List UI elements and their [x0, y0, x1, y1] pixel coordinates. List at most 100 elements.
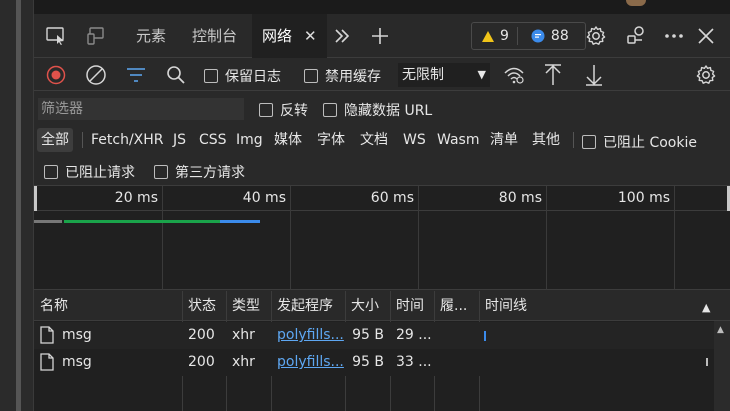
disable-cache-checkbox[interactable]: 禁用缓存 [304, 66, 381, 86]
add-tab-icon[interactable] [368, 24, 392, 48]
preserve-log-checkbox[interactable]: 保留日志 [204, 66, 281, 86]
blocked-cookies-checkbox[interactable]: 已阻止 Cookie [582, 132, 697, 152]
type-media[interactable]: 媒体 [274, 128, 302, 152]
column-time[interactable]: 时间 [390, 291, 434, 321]
invert-checkbox[interactable]: 反转 [259, 100, 308, 120]
close-tab-icon[interactable]: ✕ [304, 27, 317, 45]
customize-icon[interactable] [624, 24, 648, 48]
invert-label: 反转 [280, 103, 308, 119]
more-tabs-icon[interactable] [330, 24, 354, 48]
grid-line [162, 186, 163, 290]
blocked-requests-label: 已阻止请求 [65, 165, 135, 181]
filter-input[interactable]: 筛选器 [38, 98, 244, 120]
network-toolbar: 保留日志 禁用缓存 无限制 ▼ [34, 59, 730, 91]
third-party-checkbox[interactable]: 第三方请求 [154, 162, 245, 182]
cell-type: xhr [232, 354, 255, 370]
tab-network[interactable]: 网络 ✕ [252, 14, 327, 58]
blocked-requests-checkbox[interactable]: 已阻止请求 [44, 162, 135, 182]
type-other[interactable]: 其他 [532, 128, 560, 152]
inspect-element-icon[interactable] [44, 24, 68, 48]
request-filter-options: 已阻止请求 第三方请求 [34, 156, 730, 186]
checkbox-box[interactable] [323, 103, 337, 117]
requests-table: 名称 状态 类型 发起程序 大小 时间 履... 时间线 ▲ msg 200 x… [34, 291, 730, 411]
file-icon [40, 326, 54, 344]
cell-size: 95 B [352, 354, 384, 370]
warning-icon [482, 30, 494, 42]
tab-network-label: 网络 [262, 27, 293, 45]
type-all[interactable]: 全部 [37, 128, 73, 152]
checkbox-box[interactable] [204, 69, 218, 83]
gutter-scrollbar[interactable] [16, 0, 21, 411]
cell-initiator-link[interactable]: polyfills... [271, 322, 345, 349]
close-devtools-icon[interactable] [694, 24, 718, 48]
waterfall-bar [484, 331, 486, 341]
type-wasm[interactable]: Wasm [437, 128, 479, 152]
tab-console[interactable]: 控制台 [192, 14, 237, 58]
type-manifest[interactable]: 清单 [490, 128, 518, 152]
column-initiator[interactable]: 发起程序 [271, 291, 345, 321]
message-icon [531, 29, 545, 43]
column-status[interactable]: 状态 [182, 291, 226, 321]
throttling-value: 无限制 [402, 67, 444, 83]
throttling-select[interactable]: 无限制 ▼ [398, 63, 490, 87]
settings-gear-icon[interactable] [584, 24, 608, 48]
clear-icon[interactable] [84, 63, 108, 87]
type-font[interactable]: 字体 [317, 128, 345, 152]
export-har-icon[interactable] [582, 63, 606, 87]
table-header: 名称 状态 类型 发起程序 大小 时间 履... 时间线 ▲ [34, 291, 730, 321]
overview-bar-download [220, 220, 260, 223]
top-decoration [626, 0, 646, 6]
cell-type: xhr [232, 327, 255, 343]
checkbox-box[interactable] [304, 69, 318, 83]
column-fulfilled-by[interactable]: 履... [434, 291, 479, 321]
more-options-icon[interactable] [662, 24, 686, 48]
sort-ascending-icon[interactable]: ▲ [702, 301, 710, 314]
type-fetch-xhr[interactable]: Fetch/XHR [91, 128, 164, 152]
overview-left-handle[interactable] [34, 186, 37, 211]
type-ws[interactable]: WS [403, 128, 426, 152]
checkbox-box[interactable] [259, 103, 273, 117]
tick-label: 20 ms [114, 190, 158, 206]
import-har-icon[interactable] [541, 63, 565, 87]
column-type[interactable]: 类型 [226, 291, 271, 321]
dropdown-arrow-icon: ▼ [477, 68, 486, 81]
column-name[interactable]: 名称 [34, 291, 182, 321]
grid-line [674, 186, 675, 290]
table-row[interactable]: msg 200 xhr polyfills... 95 B 29 ... [34, 322, 730, 349]
checkbox-box[interactable] [154, 165, 168, 179]
cell-name[interactable]: msg [34, 349, 182, 376]
warnings-counter[interactable]: 9 [482, 28, 509, 44]
tick-label: 100 ms [617, 190, 670, 206]
network-overview[interactable]: 20 ms 40 ms 60 ms 80 ms 100 ms [34, 186, 730, 290]
messages-counter[interactable]: 88 [531, 28, 569, 44]
cell-name[interactable]: msg [34, 322, 182, 349]
type-document[interactable]: 文档 [360, 128, 388, 152]
network-settings-gear-icon[interactable] [694, 63, 718, 87]
type-css[interactable]: CSS [199, 128, 227, 152]
filter-icon[interactable] [124, 63, 148, 87]
tab-elements[interactable]: 元素 [136, 14, 166, 58]
type-img[interactable]: Img [236, 128, 263, 152]
column-size[interactable]: 大小 [345, 291, 390, 321]
devtools-panel: 元素 控制台 网络 ✕ 9 88 保留日志 禁用缓存 无限制 ▼ 筛选器 反转 … [34, 14, 730, 411]
cell-initiator-link[interactable]: polyfills... [271, 349, 345, 376]
network-conditions-icon[interactable] [502, 63, 526, 87]
tick-label: 40 ms [242, 190, 286, 206]
request-name: msg [62, 354, 92, 370]
table-scrollbar[interactable]: ▲ [714, 321, 730, 411]
device-emulation-icon[interactable] [84, 24, 108, 48]
waterfall-bar [706, 358, 708, 366]
scroll-up-icon[interactable]: ▲ [717, 325, 724, 335]
table-row[interactable]: msg 200 xhr polyfills... 95 B 33 ... [34, 349, 730, 376]
search-icon[interactable] [164, 63, 188, 87]
record-icon[interactable] [44, 63, 68, 87]
checkbox-box[interactable] [44, 165, 58, 179]
hide-data-urls-checkbox[interactable]: 隐藏数据 URL [323, 100, 432, 120]
type-js[interactable]: JS [173, 128, 186, 152]
resource-type-filter: 全部 Fetch/XHR JS CSS Img 媒体 字体 文档 WS Wasm… [34, 124, 730, 156]
blocked-cookies-label: 已阻止 Cookie [603, 135, 697, 151]
issue-counters[interactable]: 9 88 [471, 22, 586, 50]
column-waterfall[interactable]: 时间线 [479, 291, 679, 321]
devtools-tab-bar: 元素 控制台 网络 ✕ 9 88 [34, 14, 730, 58]
checkbox-box[interactable] [582, 135, 596, 149]
